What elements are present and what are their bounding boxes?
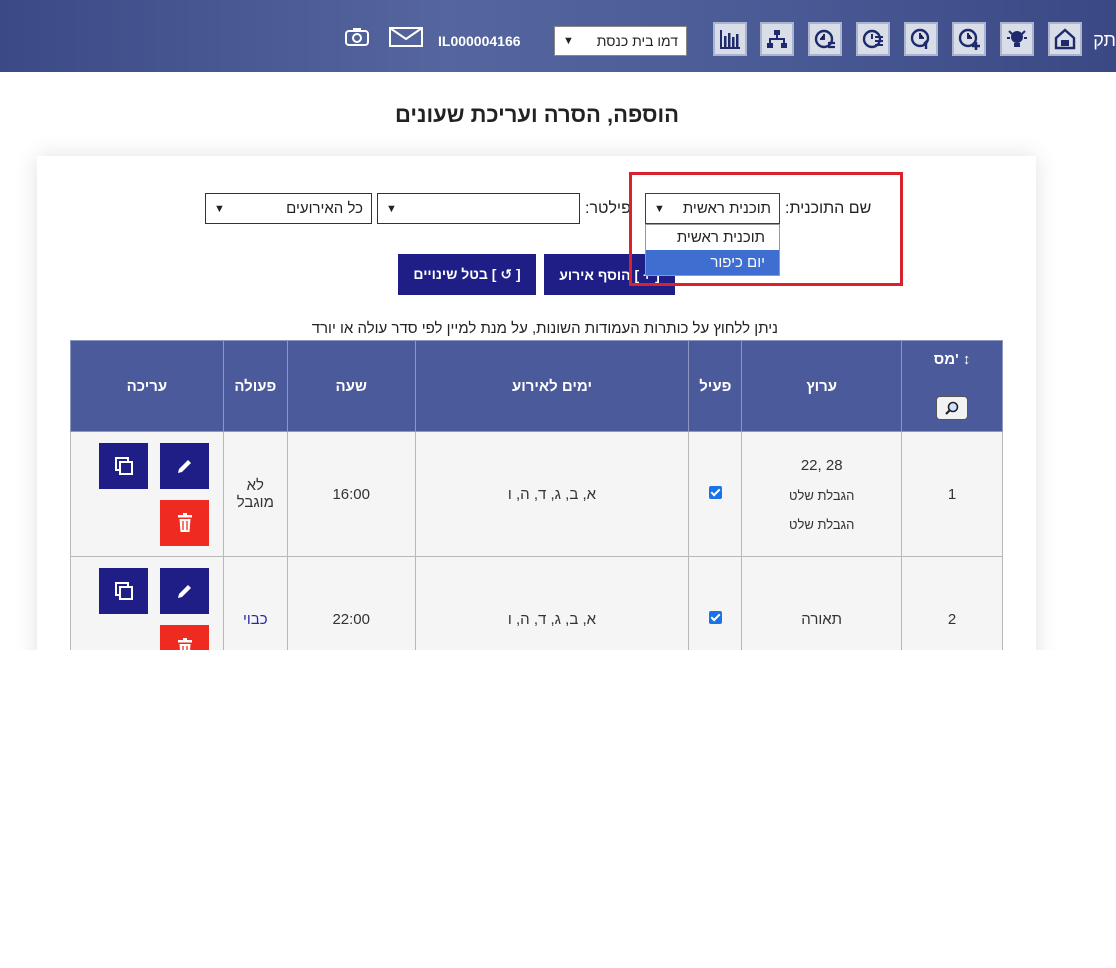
app-viewport: תק דמו בית כנסת ▼ IL000004166 הוספה, הסר…: [0, 0, 1116, 650]
user-id: IL000004166: [438, 33, 521, 49]
column-header-action[interactable]: פעולה: [222, 340, 288, 432]
days-cell: א, ב, ג, ד, ה, ו: [414, 431, 690, 557]
camera-icon[interactable]: [345, 27, 369, 52]
clock-settings-icon[interactable]: [808, 22, 842, 56]
delete-button[interactable]: [160, 625, 209, 650]
column-header-active[interactable]: פעיל: [688, 340, 743, 432]
annotation-highlight-box: [629, 172, 903, 286]
trash-icon: [177, 638, 192, 650]
action-value: לא מוגבל: [236, 477, 274, 511]
bar-chart-icon[interactable]: [713, 22, 747, 56]
number-cell: 1: [901, 431, 1003, 557]
table-row: לא מוגבל 16:00 א, ב, ג, ד, ה, ו 22, 28 ה…: [70, 431, 1003, 557]
top-bar-edge-text: תק: [1093, 30, 1116, 50]
chevron-down-icon: ▼: [214, 202, 225, 215]
duplicate-button[interactable]: [99, 443, 148, 489]
action-cell: לא מוגבל: [222, 431, 288, 557]
column-header-number[interactable]: מס' ↕: [901, 340, 1003, 432]
time-cell: 16:00: [286, 431, 416, 557]
mail-icon[interactable]: [389, 27, 423, 52]
duplicate-button[interactable]: [99, 568, 148, 614]
active-checkbox[interactable]: [708, 485, 722, 499]
trash-icon: [177, 513, 192, 532]
channel-line: הגבלת שלט: [789, 516, 855, 532]
action-value: כבוי: [242, 610, 268, 628]
column-header-edit[interactable]: עריכה: [70, 340, 224, 432]
events-table: עריכה פעולה שעה ימים לאירוע פעיל ערוץ מס…: [70, 340, 1003, 650]
days-cell: א, ב, ג, ד, ה, ו: [414, 556, 690, 650]
environment-select[interactable]: דמו בית כנסת ▼: [554, 26, 687, 56]
filter-label: פילטר:: [585, 200, 631, 217]
edit-cell: [70, 431, 224, 557]
lightbulb-icon[interactable]: [1000, 22, 1034, 56]
home-icon[interactable]: [1048, 22, 1082, 56]
pencil-icon: [177, 585, 191, 598]
pencil-icon: [177, 460, 191, 473]
channel-cell: תאורה: [741, 556, 903, 650]
edit-button[interactable]: [160, 568, 209, 614]
table-row: כבוי 22:00 א, ב, ג, ד, ה, ו תאורה 2: [70, 556, 1003, 650]
clock-plus-one-icon[interactable]: [904, 22, 938, 56]
add-clock-icon[interactable]: [952, 22, 986, 56]
channel-cell: 22, 28 הגבלת שלט הגבלת שלט: [741, 431, 903, 557]
page-title: הוספה, הסרה ועריכת שעונים: [395, 102, 679, 127]
time-cell: 22:00: [286, 556, 416, 650]
sitemap-icon[interactable]: [760, 22, 794, 56]
cancel-changes-button[interactable]: [ ↺ ] בטל שינויים: [398, 254, 536, 295]
active-cell: [688, 431, 743, 557]
clock-list-icon[interactable]: [856, 22, 890, 56]
chevron-down-icon: ▼: [386, 202, 397, 215]
events-select-value: כל האירועים: [286, 200, 363, 217]
column-header-number-label: מס' ↕: [933, 351, 971, 368]
sort-hint: ניתן ללחוץ על כותרות העמודות השונות, על …: [311, 320, 778, 337]
events-select[interactable]: כל האירועים ▼: [205, 193, 372, 224]
delete-button[interactable]: [160, 500, 209, 546]
copy-icon: [114, 582, 133, 600]
number-cell: 2: [901, 556, 1003, 650]
column-header-time[interactable]: שעה: [286, 340, 416, 432]
channel-line: הגבלת שלט: [789, 487, 855, 503]
column-header-days[interactable]: ימים לאירוע: [414, 340, 690, 432]
active-cell: [688, 556, 743, 650]
chevron-down-icon: ▼: [563, 35, 574, 47]
active-checkbox[interactable]: [708, 610, 722, 624]
channel-line: 22, 28: [800, 456, 843, 474]
top-bar: תק דמו בית כנסת ▼ IL000004166: [0, 0, 1116, 72]
environment-select-value: דמו בית כנסת: [596, 33, 678, 49]
filter-select[interactable]: ▼: [377, 193, 580, 224]
action-cell: כבוי: [222, 556, 288, 650]
edit-button[interactable]: [160, 443, 209, 489]
edit-cell: [70, 556, 224, 650]
search-icon[interactable]: [936, 396, 969, 420]
column-header-channel[interactable]: ערוץ: [741, 340, 903, 432]
copy-icon: [114, 457, 133, 475]
